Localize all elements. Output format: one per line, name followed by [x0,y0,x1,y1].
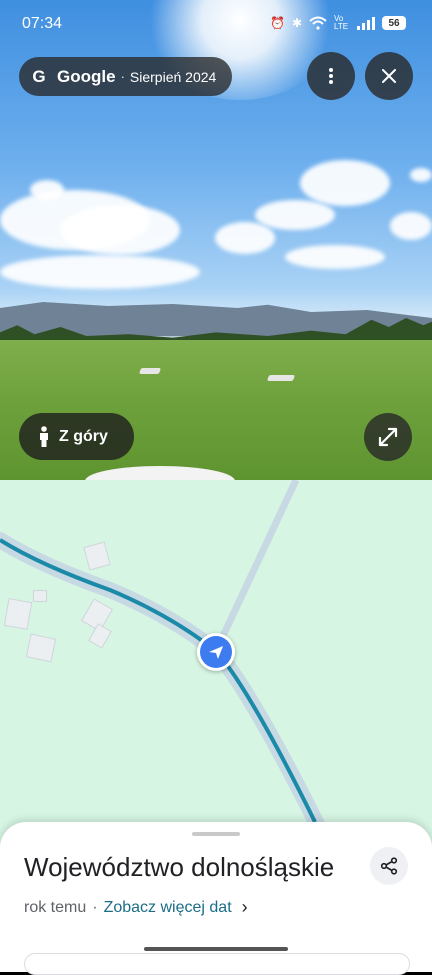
place-title: Województwo dolnośląskie [24,852,335,882]
building [3,598,33,630]
cloud [30,180,64,200]
building [25,633,57,663]
cloud [300,160,390,206]
google-g-icon: G [32,66,46,86]
expand-button[interactable] [364,413,412,461]
cloud [410,168,432,182]
expand-icon [378,427,398,447]
more-dates-link[interactable]: Zobacz więcej dat [104,899,232,917]
brand-label: Google [57,66,116,86]
status-bar: 07:34 ⏰ ✱ Vo LTE 56 [0,0,432,48]
battery-level: 56 [388,17,400,29]
building [33,590,47,602]
capture-date: Sierpień 2024 [129,68,217,85]
cloud [390,212,432,240]
imagery-date-row: rok temu · Zobacz więcej dat › [24,897,248,918]
next-card [24,953,410,975]
imagery-age: rok temu [24,898,87,916]
share-button[interactable] [370,847,408,885]
close-icon [382,69,396,83]
route-line [0,538,317,823]
field-object [138,368,162,374]
volte-label: Vo LTE [334,14,349,31]
bluetooth-icon: ✱ [291,16,302,30]
cloud [0,255,200,289]
close-button[interactable] [365,52,413,100]
cloud [215,222,275,254]
gesture-nav-bar[interactable] [144,947,288,951]
person-icon [40,425,48,447]
sheet-drag-handle[interactable] [192,832,240,836]
current-location-marker[interactable] [197,633,235,671]
more-vert-icon [329,68,333,84]
aerial-view-button[interactable]: Z góry [19,413,134,460]
separator: · [120,69,125,84]
battery-icon: 56 [382,16,406,30]
status-time: 07:34 [22,15,63,32]
signal-icon [357,16,375,30]
field-object [266,375,296,381]
cloud [60,205,180,255]
aerial-view-label: Z góry [59,427,108,445]
navigation-arrow-icon [200,636,232,668]
status-icons: ⏰ ✱ Vo LTE 56 [270,15,406,31]
alarm-icon: ⏰ [269,16,285,30]
share-icon [380,857,398,875]
more-options-button[interactable] [307,52,355,100]
imagery-info-chip[interactable]: G Google · Sierpień 2024 [19,57,232,96]
street-view-photo[interactable]: 07:34 ⏰ ✱ Vo LTE 56 G Google · Sierpień … [0,0,432,480]
chevron-right-icon[interactable]: › [242,897,248,918]
separator: · [92,898,98,916]
cloud [255,200,335,230]
wifi-icon [309,16,327,30]
cloud [285,245,385,269]
